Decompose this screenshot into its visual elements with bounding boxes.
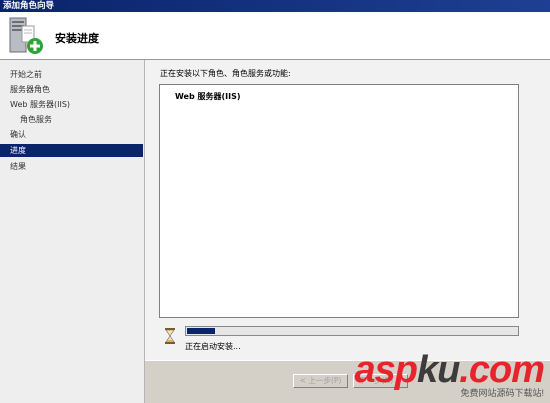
main-content: 正在安装以下角色、角色服务或功能: Web 服务器(IIS) 正在启动安装... (145, 60, 550, 360)
sidebar-item-web-server-iis[interactable]: Web 服务器(IIS) (0, 98, 143, 111)
install-list[interactable]: Web 服务器(IIS) (159, 84, 519, 318)
install-intro-text: 正在安装以下角色、角色服务或功能: (160, 69, 291, 78)
watermark-logo-com: .com (459, 349, 545, 391)
hourglass-icon (165, 328, 175, 344)
watermark-logo-ku: ku (416, 349, 460, 391)
watermark-logo-asp: asp (354, 349, 417, 391)
sidebar-item-role-services[interactable]: 角色服务 (0, 113, 143, 126)
sidebar-item-confirmation[interactable]: 确认 (0, 128, 143, 141)
sidebar-item-before-you-begin[interactable]: 开始之前 (0, 68, 143, 81)
window-title-bar[interactable]: 添加角色向导 (0, 0, 550, 12)
install-status-text: 正在启动安装... (185, 342, 241, 351)
wizard-sidebar: 开始之前 服务器角色 Web 服务器(IIS) 角色服务 确认 进度 结果 (0, 60, 145, 403)
sidebar-item-progress[interactable]: 进度 (0, 144, 143, 157)
page-title: 安装进度 (55, 32, 99, 45)
sidebar-item-server-roles[interactable]: 服务器角色 (0, 83, 143, 96)
list-item: Web 服务器(IIS) (175, 92, 241, 101)
progress-fill (187, 328, 215, 334)
aspku-watermark: aspku.com 免费网站源码下载站! (354, 349, 545, 399)
server-wizard-icon (9, 17, 43, 54)
sidebar-item-results[interactable]: 结果 (0, 160, 143, 173)
wizard-header: 安装进度 (0, 12, 550, 60)
watermark-logo: aspku.com (354, 349, 545, 391)
previous-button[interactable]: < 上一步(P) (293, 374, 348, 388)
window-title: 添加角色向导 (3, 1, 55, 11)
install-progress-bar (185, 326, 519, 336)
